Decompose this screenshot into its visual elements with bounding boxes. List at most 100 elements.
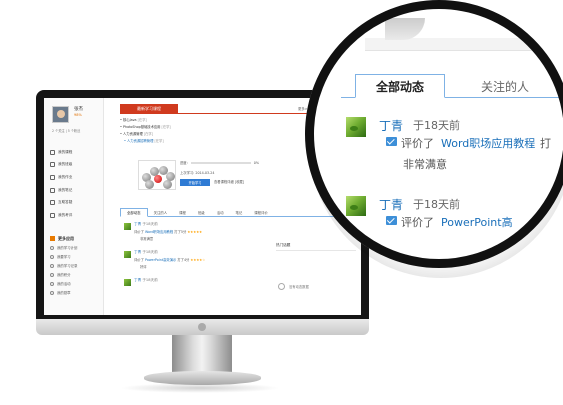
sidebar-item[interactable]: 我的班级 bbox=[50, 159, 102, 172]
sidebar-item[interactable]: 我的课程 bbox=[50, 146, 102, 159]
feed-time: 于18天前 bbox=[413, 198, 460, 211]
progress-value: 0% bbox=[253, 161, 259, 165]
profile-name[interactable]: 张杰 bbox=[74, 106, 83, 112]
app-item[interactable]: 我要学习 bbox=[50, 252, 102, 261]
sidebar-item-label: 我的作业 bbox=[58, 174, 73, 179]
course-name: PhotoShop基础技术应用 bbox=[123, 125, 161, 129]
tab-notes[interactable]: 笔记 bbox=[229, 208, 248, 217]
tab-classes[interactable]: 班级 bbox=[192, 208, 211, 217]
course-link[interactable]: Word职场应用教程 bbox=[441, 135, 535, 151]
app-item[interactable]: 我的积分 bbox=[50, 270, 102, 279]
app-label: 我的活动 bbox=[57, 282, 71, 286]
sidebar-item[interactable]: 互助答疑 bbox=[50, 196, 102, 209]
lens-feed-item: 丁青 于18天前 评价了 Word职场应用教程 打 非常满意 bbox=[341, 117, 563, 197]
feed-item: 丁青 于18天前 bbox=[124, 278, 274, 306]
avatar[interactable] bbox=[124, 251, 131, 258]
course-link[interactable]: PowerPoint高效演示 bbox=[145, 258, 176, 262]
tab-all[interactable]: 全部动态 bbox=[355, 74, 445, 98]
app-item[interactable]: 我的学习记录 bbox=[50, 261, 102, 270]
tab-all[interactable]: 全部动态 bbox=[120, 208, 148, 217]
progress-bar bbox=[190, 162, 251, 164]
course-name: 人力资源招聘管理 bbox=[127, 139, 154, 143]
left-sidebar: 张杰 98% 2 个关注 | 5 个粉丝 我的课程 我的班级 我的作业 我的笔记… bbox=[44, 98, 104, 315]
tab-activities[interactable]: 活动 bbox=[211, 208, 230, 217]
lens-feed-item: 丁青 于18天前 评价了 PowerPoint高 bbox=[341, 196, 563, 268]
tab-courses[interactable]: 课程 bbox=[555, 74, 563, 98]
feed-user[interactable]: 丁青 bbox=[379, 196, 403, 213]
course-detail-box: 进度: 0% 上次学习: 2014-03-24 开始学习 查看课程详细 [收藏] bbox=[134, 156, 324, 196]
feed-comment: 好评 bbox=[140, 265, 147, 269]
course-name: 核心Java bbox=[123, 118, 137, 122]
course-tag: [在学] bbox=[154, 139, 164, 143]
empty-state-text: 没有动态数据 bbox=[289, 285, 309, 289]
monitor-stand bbox=[172, 335, 232, 375]
class-icon bbox=[50, 162, 55, 168]
course-link[interactable]: Word职场应用教程 bbox=[145, 230, 173, 234]
avatar[interactable] bbox=[124, 223, 131, 230]
homework-icon bbox=[50, 174, 55, 180]
tab-reviews[interactable]: 课程评价 bbox=[248, 208, 274, 217]
app-item[interactable]: 我的勋章 bbox=[50, 288, 102, 297]
favorite-link[interactable]: [收藏] bbox=[235, 180, 244, 184]
view-course-button[interactable]: 查看课程详细 bbox=[214, 180, 234, 184]
course-link[interactable]: PowerPoint高 bbox=[441, 214, 513, 230]
start-study-button[interactable]: 开始学习 bbox=[180, 179, 210, 186]
feed-comment: 非常满意 bbox=[140, 237, 154, 241]
feed-user[interactable]: 丁青 于18天前 bbox=[134, 250, 158, 255]
course-tag: [在学] bbox=[161, 125, 171, 129]
feed-tabs: 全部动态 关注的人 课程 班级 活动 笔记 课程评价 bbox=[120, 208, 355, 217]
feed-user[interactable]: 丁青 bbox=[379, 117, 403, 134]
tab-following[interactable]: 关注的人 bbox=[481, 74, 529, 98]
sidebar-item-label: 我的课程 bbox=[58, 149, 73, 154]
feed-action: 评价了 bbox=[401, 137, 434, 150]
sidebar-item[interactable]: 我的作业 bbox=[50, 171, 102, 184]
more-apps-title: 更多应用 bbox=[58, 235, 74, 241]
profile-percent: 98% bbox=[74, 113, 82, 117]
feed-extra: 打 bbox=[540, 137, 551, 150]
sidebar-item[interactable]: 我的笔记 bbox=[50, 184, 102, 197]
feed-action: 评价了 bbox=[401, 216, 434, 229]
exam-icon bbox=[50, 212, 55, 218]
app-item[interactable]: 我的学习计划 bbox=[50, 243, 102, 252]
tab-following[interactable]: 关注的人 bbox=[148, 208, 174, 217]
sidebar-item-label: 我的班级 bbox=[58, 162, 73, 167]
tab-courses[interactable]: 课程 bbox=[173, 208, 192, 217]
feed-user[interactable]: 丁青 于18天前 bbox=[134, 278, 158, 283]
course-item[interactable]: • PhotoShop基础技术应用 [在学] bbox=[120, 124, 260, 131]
view-course-row: 查看课程详细 [收藏] bbox=[214, 179, 244, 186]
qa-icon bbox=[50, 200, 55, 206]
sidebar-item[interactable]: 我的考评 bbox=[50, 209, 102, 222]
course-thumbnail bbox=[138, 160, 176, 190]
comment-icon bbox=[386, 216, 397, 225]
sidebar-nav: 我的课程 我的班级 我的作业 我的笔记 互助答疑 我的考评 bbox=[50, 146, 102, 222]
more-apps: 更多应用 我的学习计划 我要学习 我的学习记录 我的积分 我的活动 我的勋章 bbox=[50, 234, 102, 297]
feed-comment: 非常满意 bbox=[403, 158, 447, 171]
follow-counts[interactable]: 2 个关注 | 5 个粉丝 bbox=[52, 128, 80, 133]
avatar[interactable] bbox=[124, 279, 131, 286]
marketing-scene: 张杰 98% 2 个关注 | 5 个粉丝 我的课程 我的班级 我的作业 我的笔记… bbox=[0, 0, 563, 405]
lens-top-fragment bbox=[365, 10, 563, 51]
lens-feed-tabs: 全部动态 关注的人 课程 bbox=[341, 70, 563, 98]
latest-courses-banner: 最新学习课程 bbox=[120, 104, 178, 113]
course-item[interactable]: • 人力资源管理 [在学] bbox=[120, 131, 260, 138]
app-icon bbox=[50, 263, 54, 268]
app-label: 我的积分 bbox=[57, 273, 71, 277]
note-icon bbox=[50, 187, 55, 193]
app-item[interactable]: 我的活动 bbox=[50, 279, 102, 288]
course-tag: [在学] bbox=[137, 118, 147, 122]
progress-label: 进度: bbox=[180, 161, 188, 165]
avatar[interactable] bbox=[346, 117, 366, 137]
sidebar-item-label: 我的笔记 bbox=[58, 187, 73, 192]
magnifier-lens: 全部动态 关注的人 课程 丁青 于18天前 评价了 Word职场应用教程 打 非… bbox=[305, 0, 563, 268]
comment-icon bbox=[386, 137, 397, 146]
avatar[interactable] bbox=[346, 196, 366, 216]
apps-icon bbox=[50, 236, 55, 241]
course-item[interactable]: • 核心Java [在学] bbox=[120, 117, 260, 124]
feed-item: 丁青 于18天前 评价了 PowerPoint高效演示 打了4分 ★★★★☆ 好… bbox=[124, 250, 274, 278]
sidebar-item-label: 我的考评 bbox=[58, 212, 73, 217]
book-icon bbox=[50, 149, 55, 155]
app-icon bbox=[50, 290, 54, 295]
feed-user[interactable]: 丁青 于18天前 bbox=[134, 222, 158, 227]
avatar[interactable] bbox=[52, 106, 69, 123]
course-item[interactable]: • 人力资源招聘管理 [在学] bbox=[120, 138, 260, 145]
